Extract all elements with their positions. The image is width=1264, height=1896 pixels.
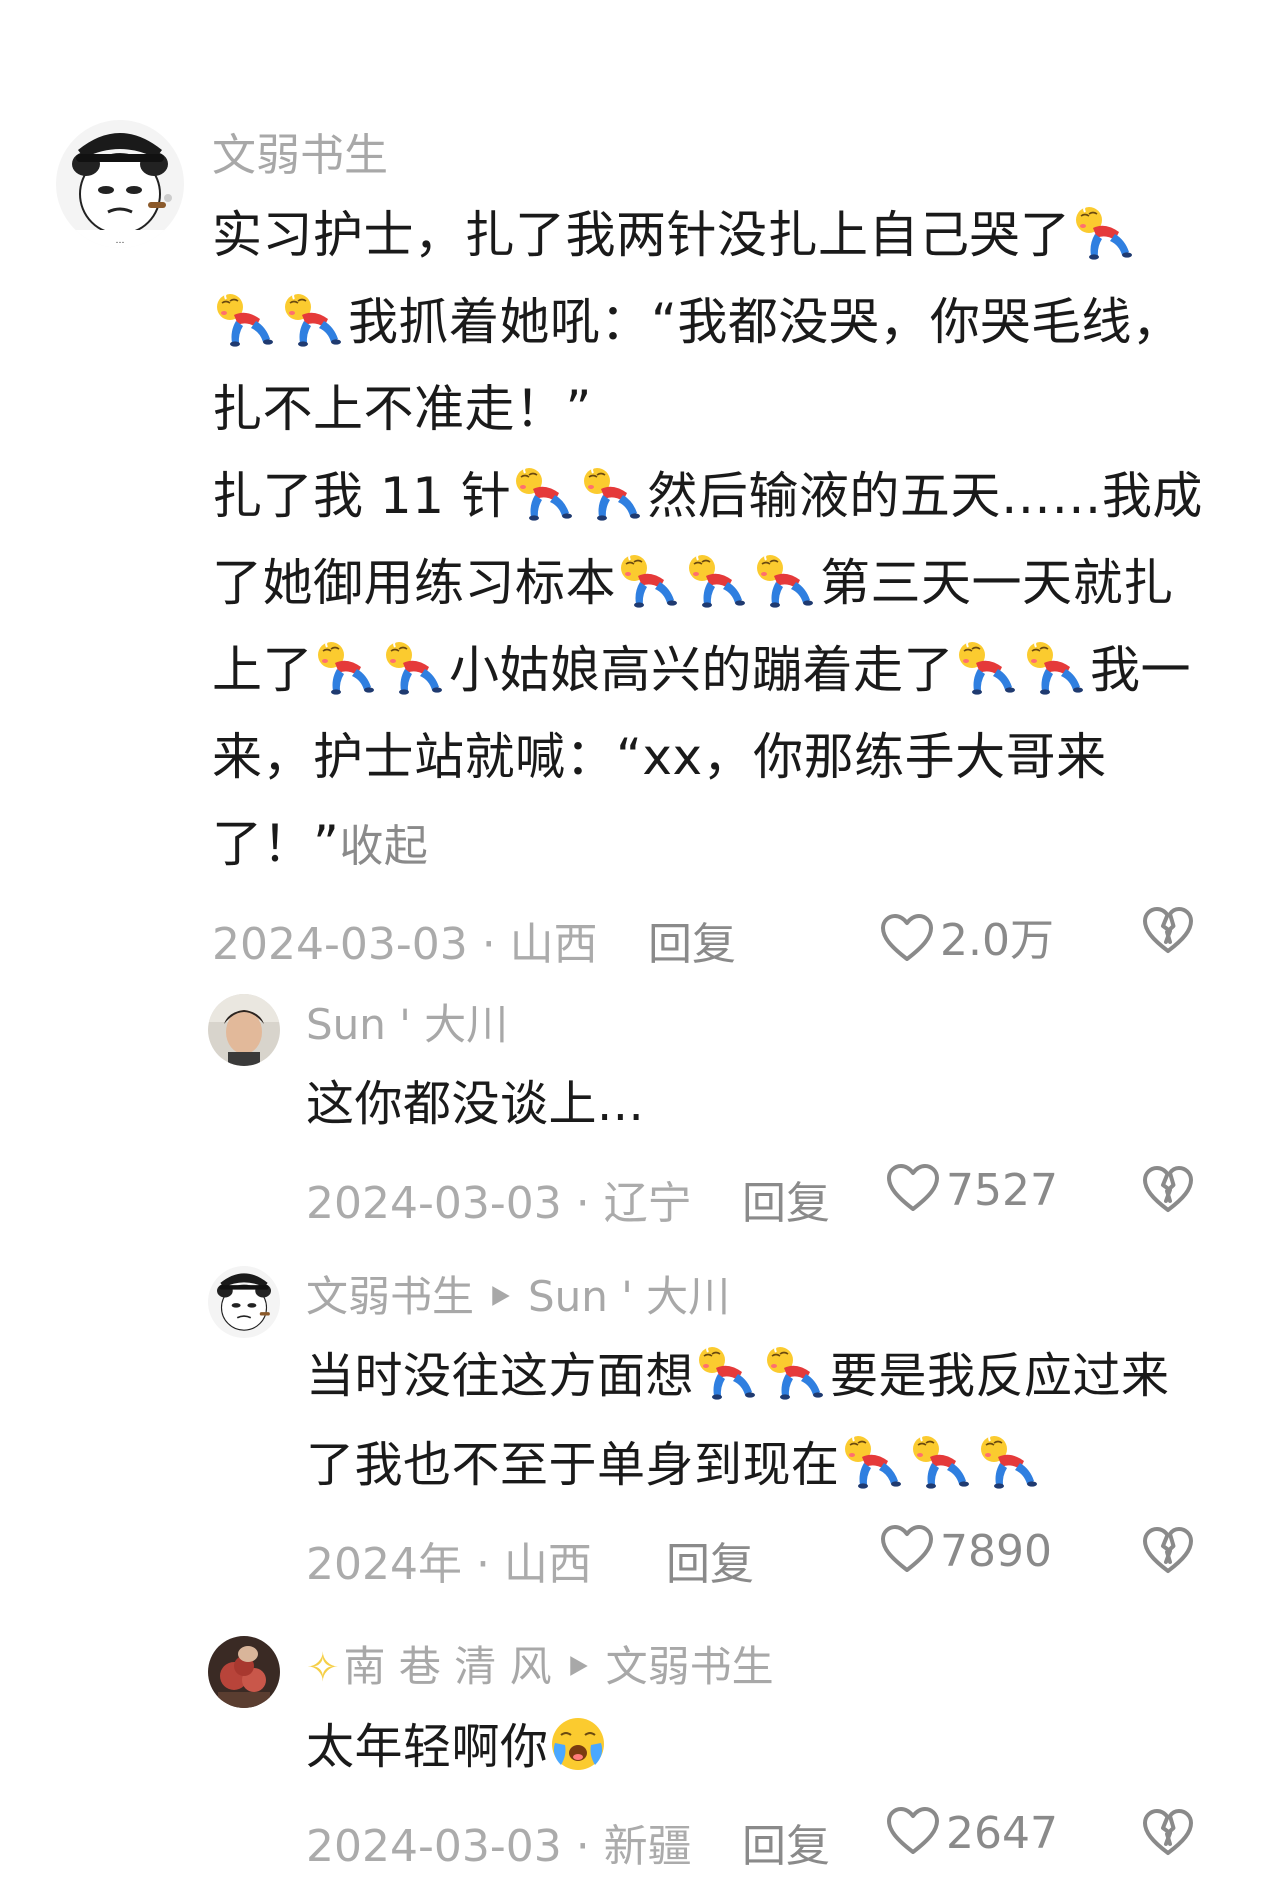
- reply-to-username[interactable]: Sun ' 大川: [528, 1272, 730, 1321]
- comment-text: 实习护士，扎了我两针没扎上自己哭了 我抓着她吼：“我都没哭，你哭毛线，扎不上不准…: [212, 192, 1204, 890]
- lying-crying-emoji: [976, 1433, 1044, 1489]
- avatar[interactable]: [208, 1636, 280, 1708]
- comment-text-segment: 小姑娘高兴的蹦着走了: [449, 641, 954, 699]
- reply-button[interactable]: 回复: [742, 1167, 830, 1231]
- like-button[interactable]: 2.0万: [880, 904, 1054, 968]
- heart-outline-icon: [886, 1806, 940, 1856]
- like-count: 7527: [946, 1165, 1058, 1216]
- avatar[interactable]: [208, 1266, 280, 1338]
- comment-text: 太年轻啊你: [306, 1703, 1204, 1792]
- play-triangle-icon: [490, 1284, 512, 1308]
- reply-button[interactable]: 回复: [742, 1810, 830, 1874]
- username-line: 文弱书生 Sun ' 大川: [306, 1262, 1204, 1332]
- svg-text:…: …: [116, 236, 125, 246]
- like-count: 7890: [940, 1526, 1052, 1577]
- lying-crying-emoji: [954, 639, 1022, 695]
- comment-meta: 2024-03-03 · 山西 回复 2.0万: [212, 896, 1204, 976]
- lying-crying-emoji: [840, 1433, 908, 1489]
- username[interactable]: 文弱书生: [212, 120, 1204, 192]
- comment-meta: 2024-03-03 · 新疆 回复 2647: [306, 1798, 1204, 1878]
- lying-crying-emoji: [694, 1344, 762, 1400]
- reply-button[interactable]: 回复: [666, 1528, 754, 1592]
- shooting-star-icon: ✧: [306, 1645, 340, 1691]
- like-count: 2.0万: [940, 915, 1054, 966]
- heart-outline-icon: [880, 913, 934, 963]
- comment-meta: 2024年 · 山西 回复 7890: [306, 1516, 1204, 1596]
- lying-crying-emoji: [212, 291, 280, 347]
- comment-text-segment: 当时没往这方面想: [306, 1348, 695, 1404]
- comment-text: 当时没往这方面想 要是我反应过来了我也不至于单身到现在: [306, 1332, 1204, 1510]
- like-button[interactable]: 2647: [886, 1806, 1058, 1859]
- reply-button[interactable]: 回复: [648, 908, 736, 972]
- reply-to-username[interactable]: 文弱书生: [606, 1642, 774, 1691]
- play-triangle-icon: [568, 1654, 590, 1678]
- lying-crying-emoji: [908, 1433, 976, 1489]
- lying-crying-emoji: [511, 465, 579, 521]
- lying-crying-emoji: [381, 639, 449, 695]
- comment-body: 文弱书生 Sun ' 大川 当时没往这方面想 要是我反应过来了我也不至于单身到现在 …: [306, 1262, 1204, 1596]
- date-location: 2024-03-03 · 山西: [212, 919, 598, 970]
- username[interactable]: Sun ' 大川: [306, 990, 1204, 1060]
- username[interactable]: 南 巷 清 风: [344, 1642, 552, 1691]
- comment-meta: 2024-03-03 · 辽宁 回复 7527: [306, 1155, 1204, 1235]
- comment-text-segment: 实习护士，扎了我两针没扎上自己哭了: [212, 206, 1071, 264]
- comment-body: ✧南 巷 清 风 文弱书生 太年轻啊你 2024-03-03 · 新疆 回复 26…: [306, 1632, 1204, 1878]
- comment-text-segment: 太年轻啊你: [306, 1719, 549, 1775]
- lying-crying-emoji: [579, 465, 647, 521]
- avatar[interactable]: [208, 994, 280, 1066]
- broken-heart-icon[interactable]: [1142, 906, 1194, 956]
- comment-body: Sun ' 大川 这你都没谈上... 2024-03-03 · 辽宁 回复 75…: [306, 990, 1204, 1235]
- broken-heart-icon[interactable]: [1142, 1808, 1194, 1858]
- username[interactable]: 文弱书生: [306, 1272, 474, 1321]
- comment-text-segment: 我抓着她吼：“我都没哭，你哭毛线，扎不上不准走！”: [212, 293, 1183, 438]
- comment-thread: … 文弱书生 实习护士，扎了我两针没扎上自己哭了 我抓着她吼：“我都没哭，你哭毛…: [0, 0, 1264, 1896]
- username-line: ✧南 巷 清 风 文弱书生: [306, 1632, 1204, 1703]
- lying-crying-emoji: [684, 552, 752, 608]
- like-button[interactable]: 7527: [886, 1163, 1058, 1216]
- avatar[interactable]: …: [56, 120, 184, 248]
- lying-crying-emoji: [313, 639, 381, 695]
- lying-crying-emoji: [762, 1344, 830, 1400]
- collapse-button[interactable]: 收起: [339, 821, 428, 872]
- lying-crying-emoji: [1071, 204, 1139, 260]
- lying-crying-emoji: [616, 552, 684, 608]
- comment-text: 这你都没谈上...: [306, 1076, 645, 1132]
- broken-heart-icon[interactable]: [1142, 1165, 1194, 1215]
- date-location: 2024年 · 山西: [306, 1539, 592, 1590]
- lying-crying-emoji: [752, 552, 820, 608]
- broken-heart-icon[interactable]: [1142, 1526, 1194, 1576]
- heart-outline-icon: [886, 1163, 940, 1213]
- comment-body: 文弱书生 实习护士，扎了我两针没扎上自己哭了 我抓着她吼：“我都没哭，你哭毛线，…: [212, 120, 1204, 976]
- heart-outline-icon: [880, 1524, 934, 1574]
- like-count: 2647: [946, 1808, 1058, 1859]
- lying-crying-emoji: [1022, 639, 1090, 695]
- date-location: 2024-03-03 · 新疆: [306, 1821, 692, 1872]
- crying-face-emoji: [549, 1715, 607, 1773]
- comment-text-segment: 扎了我 11 针: [212, 467, 512, 525]
- date-location: 2024-03-03 · 辽宁: [306, 1178, 692, 1229]
- lying-crying-emoji: [280, 291, 348, 347]
- like-button[interactable]: 7890: [880, 1524, 1052, 1577]
